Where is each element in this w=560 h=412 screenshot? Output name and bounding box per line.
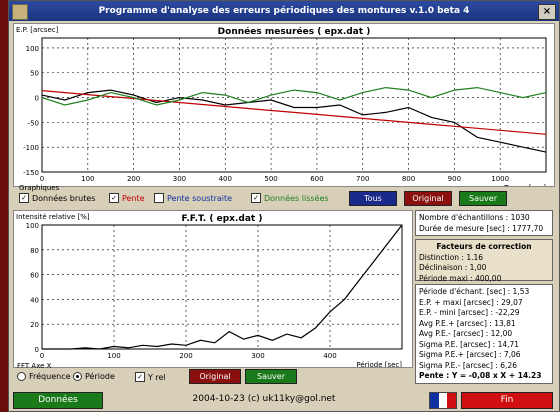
y-tick-label: 100 <box>26 45 39 53</box>
app-icon[interactable] <box>12 4 28 20</box>
exit-button[interactable]: Fin <box>461 392 553 409</box>
x-tick-label: 200 <box>179 352 192 360</box>
stat-line: Avg P.E.+ [arcsec] : 13,81 <box>419 318 516 328</box>
x-tick-label: 0 <box>40 175 44 183</box>
legend-slope-subtracted-label: Pente soustraite <box>167 193 233 203</box>
sample-count: Nombre d'échantillons : 1030 <box>419 213 530 222</box>
y-tick-label: 0 <box>35 95 39 103</box>
save-fft-button[interactable]: Sauver <box>245 369 297 384</box>
copyright-text: 2004-10-23 (c) uk11ky@gol.net <box>109 392 419 407</box>
status-bar: Données 2004-10-23 (c) uk11ky@gol.net Fi… <box>9 389 559 411</box>
y-tick-label: 80 <box>30 247 39 255</box>
x-tick-label: 500 <box>264 175 277 183</box>
y-tick-label: -50 <box>28 119 39 127</box>
main-window: Programme d'analyse des erreurs périodiq… <box>8 0 560 412</box>
radio-period-circle[interactable] <box>73 372 82 381</box>
legend-slope-label: Pente <box>122 193 145 203</box>
legend-raw-label: Données brutes <box>32 193 96 203</box>
factor-declination: Déclinaison : 1,00 <box>419 263 487 272</box>
x-tick-label: 800 <box>402 175 415 183</box>
title-bar: Programme d'analyse des erreurs périodiq… <box>9 1 559 21</box>
y-axis-label: E.P. [arcsec] <box>16 26 59 34</box>
radio-period[interactable]: Période <box>73 372 115 381</box>
stat-line: Avg P.E.- [arcsec] : 12,00 <box>419 329 513 338</box>
stat-line: Sigma P.E. [arcsec] : 14,71 <box>419 339 520 349</box>
x-tick-label: 400 <box>323 352 336 360</box>
checkbox-raw-data[interactable]: ✓ Données brutes <box>19 193 95 203</box>
x-tick-label: 900 <box>448 175 461 183</box>
x-tick-label: 1000 <box>491 175 509 183</box>
x-tick-label: 200 <box>127 175 140 183</box>
fft-chart: F.F.T. ( epx.dat ) Intensité relative [%]… <box>16 213 403 369</box>
y-tick-label: 50 <box>30 70 39 78</box>
x-tick-label: 300 <box>173 175 186 183</box>
stat-line: E.P. + maxi [arcsec] : 29,07 <box>419 297 523 307</box>
stat-line: Période d'échant. [sec] : 1,53 <box>419 287 530 296</box>
plot-area <box>41 37 547 173</box>
radio-frequency[interactable]: Fréquence <box>17 372 71 381</box>
checkbox-raw-box[interactable]: ✓ <box>19 193 29 203</box>
factor-max-period: Période maxi : 400,00 <box>419 273 502 283</box>
x-tick-label: 100 <box>81 175 94 183</box>
factor-distinction: Distinction : 1.16 <box>419 252 484 262</box>
radio-frequency-label: Fréquence <box>29 372 71 381</box>
x-tick-label: 0 <box>40 352 44 360</box>
checkbox-y-rel-box[interactable]: ✓ <box>135 372 145 382</box>
y-tick-label: 60 <box>30 272 39 280</box>
checkbox-y-rel[interactable]: ✓ Y rel <box>135 372 166 382</box>
all-button[interactable]: Tous <box>349 191 397 206</box>
checkbox-slope-box[interactable]: ✓ <box>109 193 119 203</box>
save-top-button[interactable]: Sauver <box>459 191 507 206</box>
stat-line: Pente : Y = -0,08 x X + 14.23 <box>419 371 542 380</box>
stat-line: Sigma P.E.+ [arcsec] : 7,06 <box>419 350 521 359</box>
stat-line: E.P. - mini [arcsec] : -22,29 <box>419 308 520 317</box>
chart-title: F.F.T. ( epx.dat ) <box>182 214 263 224</box>
data-button[interactable]: Données <box>13 392 103 409</box>
y-tick-label: 0 <box>35 346 39 354</box>
fft-axis-label: FFT Axe X <box>17 362 52 370</box>
measure-duration: Durée de mesure [sec] : 1777,70 <box>419 223 544 233</box>
original-fft-button[interactable]: Original <box>189 369 241 384</box>
graph-legend: Graphiques ✓ Données brutes ✓ Pente Pent… <box>19 184 549 206</box>
y-tick-label: 40 <box>30 296 39 304</box>
original-top-button[interactable]: Original <box>404 191 452 206</box>
flag-icon[interactable] <box>429 392 457 409</box>
x-tick-label: 100 <box>107 352 120 360</box>
sample-info-panel: Nombre d'échantillons : 1030 Durée de me… <box>415 210 553 236</box>
radio-frequency-circle[interactable] <box>17 372 26 381</box>
y-rel-label: Y rel <box>148 372 166 382</box>
window-title: Programme d'analyse des erreurs périodiq… <box>98 6 470 16</box>
correction-factors-panel: Facteurs de correction Distinction : 1.1… <box>415 239 553 283</box>
y-tick-label: 20 <box>30 321 39 329</box>
plot-area <box>41 224 403 350</box>
factors-header: Facteurs de correction <box>436 242 532 251</box>
radio-period-label: Période <box>85 372 115 381</box>
legend-smoothed-label: Données lissées <box>264 193 329 203</box>
x-tick-label: 700 <box>356 175 369 183</box>
measured-data-chart: Données mesurées ( epx.dat ) E.P. [arcsec… <box>16 26 547 192</box>
checkbox-slope-subtracted[interactable]: Pente soustraite <box>154 193 232 203</box>
fft-chart-panel: F.F.T. ( epx.dat ) Intensité relative [%]… <box>13 210 413 369</box>
y-tick-label: -100 <box>23 144 39 152</box>
y-tick-label: -150 <box>23 169 39 177</box>
checkbox-smoothed-box[interactable]: ✓ <box>251 193 261 203</box>
legend-header: Graphiques <box>19 184 60 192</box>
top-chart-panel: Données mesurées ( epx.dat ) E.P. [arcsec… <box>13 23 555 192</box>
statistics-panel: Période d'échant. [sec] : 1,53 E.P. + ma… <box>415 284 553 384</box>
close-button[interactable]: × <box>538 4 556 20</box>
x-tick-label: 600 <box>310 175 323 183</box>
y-tick-label: 100 <box>26 222 39 230</box>
fft-axis-group: FFT Axe X Fréquence Période ✓ Y rel Orig… <box>17 362 417 384</box>
chart-title: Données mesurées ( epx.dat ) <box>218 26 371 37</box>
x-tick-label: 300 <box>251 352 264 360</box>
y-axis-label: Intensité relative [%] <box>16 213 90 221</box>
checkbox-smoothed[interactable]: ✓ Données lissées <box>251 193 329 203</box>
stat-line: Sigma P.E.- [arcsec] : 6,26 <box>419 360 517 370</box>
checkbox-slope-subtracted-box[interactable] <box>154 193 164 203</box>
checkbox-slope[interactable]: ✓ Pente <box>109 193 145 203</box>
x-tick-label: 400 <box>219 175 232 183</box>
